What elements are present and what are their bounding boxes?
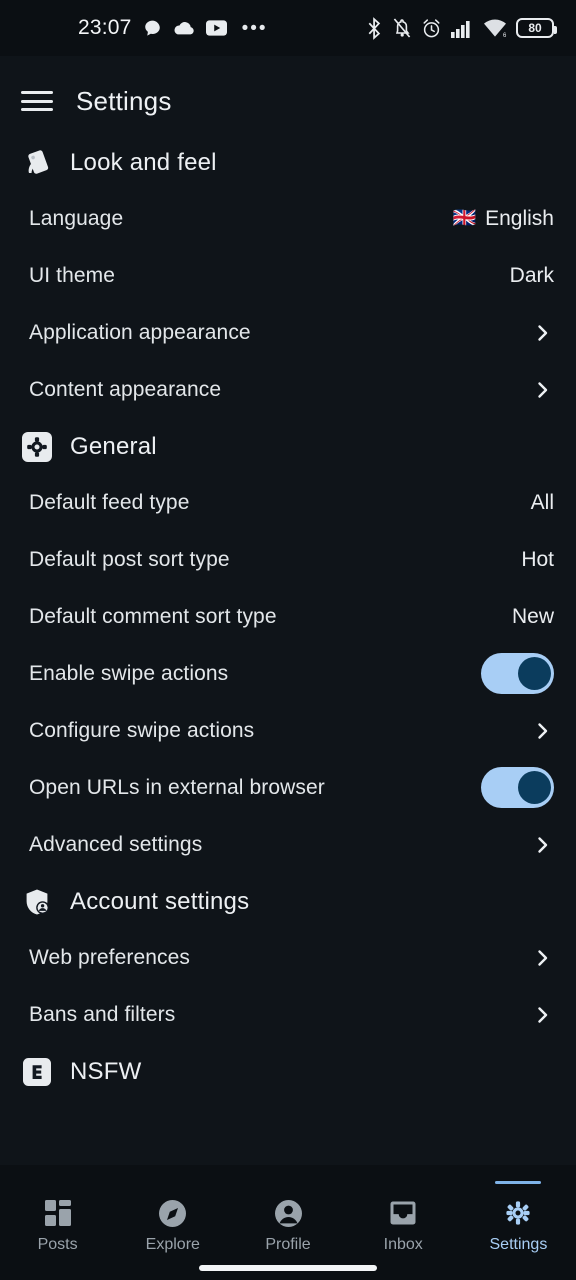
setting-row-ui-theme[interactable]: UI theme Dark [0, 247, 576, 304]
cloud-icon [173, 19, 195, 37]
toggle-knob [518, 657, 551, 690]
flag-uk-icon: 🇬🇧 [452, 208, 477, 229]
setting-value-text: Hot [521, 547, 554, 571]
setting-value-text: Dark [509, 263, 554, 287]
nav-item-settings[interactable]: Settings [461, 1175, 576, 1254]
status-bar-right: 6 80 [366, 16, 557, 40]
shield-user-icon [20, 885, 54, 919]
chevron-right-icon [532, 834, 554, 856]
nav-item-posts[interactable]: Posts [0, 1175, 115, 1254]
setting-label: Default post sort type [29, 547, 230, 571]
battery-level-label: 80 [528, 21, 542, 35]
section-title: Look and feel [70, 149, 217, 176]
setting-label: Configure swipe actions [29, 718, 255, 742]
setting-row-configure-swipe-actions[interactable]: Configure swipe actions [0, 702, 576, 759]
wifi-icon: 6 [483, 19, 507, 38]
setting-label: Language [29, 206, 124, 230]
setting-label: Open URLs in external browser [29, 775, 325, 799]
toggle-knob [518, 771, 551, 804]
setting-value-text: English [485, 206, 554, 230]
setting-label: Default feed type [29, 490, 190, 514]
setting-row-application-appearance[interactable]: Application appearance [0, 304, 576, 361]
setting-row-advanced-settings[interactable]: Advanced settings [0, 816, 576, 873]
setting-row-bans-and-filters[interactable]: Bans and filters [0, 986, 576, 1043]
setting-label: UI theme [29, 263, 115, 287]
setting-value-text: All [530, 490, 554, 514]
nav-item-explore[interactable]: Explore [115, 1175, 230, 1254]
person-circle-icon [272, 1197, 304, 1229]
nav-item-profile[interactable]: Profile [230, 1175, 345, 1254]
setting-label: Default comment sort type [29, 604, 277, 628]
section-header-look-and-feel: Look and feel [0, 134, 576, 190]
svg-text:6: 6 [503, 33, 507, 38]
compass-icon [157, 1197, 189, 1229]
chevron-right-icon [532, 1004, 554, 1026]
palette-icon [20, 146, 54, 180]
setting-row-default-comment-sort-type[interactable]: Default comment sort type New [0, 588, 576, 645]
signal-bars-icon [451, 19, 474, 38]
setting-value-text: New [511, 604, 554, 628]
page-title: Settings [76, 85, 172, 116]
nav-item-label: Inbox [383, 1236, 423, 1253]
setting-label: Enable swipe actions [29, 661, 229, 685]
toggle-enable-swipe-actions[interactable] [481, 653, 554, 694]
bottom-navigation-bar: Posts Explore Profile Inbox Settings [0, 1165, 576, 1280]
section-header-nsfw: NSFW [0, 1043, 576, 1099]
setting-label: Bans and filters [29, 1002, 176, 1026]
app-bar: Settings [0, 68, 576, 134]
setting-label: Web preferences [29, 945, 191, 969]
youtube-icon [205, 20, 227, 36]
setting-label: Content appearance [29, 377, 222, 401]
setting-row-open-urls-external[interactable]: Open URLs in external browser [0, 759, 576, 816]
hamburger-menu-icon[interactable] [20, 89, 54, 113]
alarm-icon [421, 18, 442, 39]
grid-icon [42, 1197, 74, 1229]
nav-item-label: Posts [37, 1236, 78, 1253]
gear-badge-icon [20, 430, 54, 464]
setting-row-default-feed-type[interactable]: Default feed type All [0, 474, 576, 531]
status-bar-clock: 23:07 [78, 16, 132, 39]
settings-list: Look and feel Language 🇬🇧 English UI the… [0, 134, 576, 1099]
nav-item-label: Settings [489, 1236, 548, 1253]
chat-bubble-icon [143, 19, 162, 38]
nav-item-inbox[interactable]: Inbox [346, 1175, 461, 1254]
inbox-tray-icon [387, 1197, 419, 1229]
chevron-right-icon [532, 322, 554, 344]
nav-item-label: Explore [145, 1236, 200, 1253]
chevron-right-icon [532, 379, 554, 401]
chevron-right-icon [532, 947, 554, 969]
setting-label: Application appearance [29, 320, 251, 344]
status-bar-left: 23:07 ••• [78, 16, 366, 40]
explicit-badge-icon [20, 1055, 54, 1089]
section-header-account-settings: Account settings [0, 873, 576, 929]
status-bar: 23:07 ••• 6 80 [0, 0, 576, 56]
setting-row-content-appearance[interactable]: Content appearance [0, 361, 576, 418]
status-bar-overflow-icon: ••• [241, 17, 268, 39]
bluetooth-icon [366, 16, 383, 40]
section-header-general: General [0, 418, 576, 474]
section-title: Account settings [70, 888, 250, 915]
setting-value: 🇬🇧 English [452, 207, 554, 231]
setting-row-web-preferences[interactable]: Web preferences [0, 929, 576, 986]
chevron-right-icon [532, 720, 554, 742]
toggle-open-urls-external[interactable] [481, 767, 554, 808]
setting-row-language[interactable]: Language 🇬🇧 English [0, 190, 576, 247]
home-indicator [199, 1265, 377, 1271]
setting-row-enable-swipe-actions[interactable]: Enable swipe actions [0, 645, 576, 702]
battery-indicator: 80 [516, 18, 557, 38]
notifications-muted-icon [392, 17, 412, 39]
section-title: NSFW [70, 1058, 142, 1085]
setting-label: Advanced settings [29, 832, 203, 856]
nav-item-label: Profile [265, 1236, 311, 1253]
section-title: General [70, 433, 157, 460]
gear-icon [502, 1197, 534, 1229]
setting-row-default-post-sort-type[interactable]: Default post sort type Hot [0, 531, 576, 588]
